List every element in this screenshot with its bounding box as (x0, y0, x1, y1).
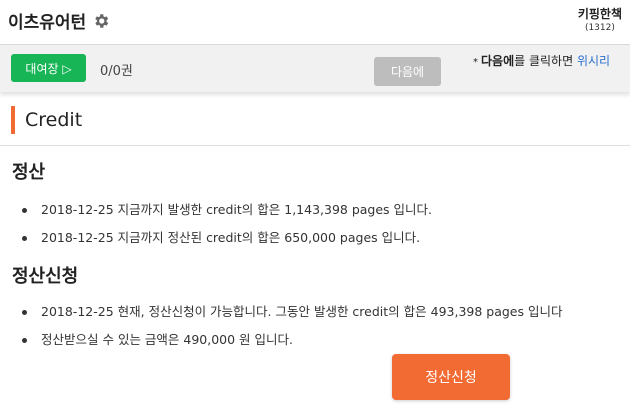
keeping-books-count: (1312) (584, 23, 615, 33)
list-item: 2018-12-25 지금까지 정산된 credit의 합은 650,000 p… (20, 228, 432, 256)
next-hint: * 다음에를 클릭하면 위시리 (473, 52, 610, 69)
section-title: Credit (11, 106, 82, 134)
wishlist-link[interactable]: 위시리 (577, 54, 610, 68)
site-title[interactable]: 이츠유어턴 (8, 8, 86, 33)
hint-strong: 다음에 (481, 54, 515, 68)
application-list: 2018-12-25 현재, 정산신청이 가능합니다. 그동안 발생한 cred… (20, 302, 563, 358)
list-item: 2018-12-25 현재, 정산신청이 가능합니다. 그동안 발생한 cred… (20, 302, 563, 330)
keeping-books[interactable]: 키핑한책 (1312) (578, 5, 622, 33)
gear-icon[interactable] (92, 12, 110, 30)
lend-list-button[interactable]: 대여장 ▷ (11, 54, 86, 82)
book-count: 0/0권 (100, 64, 133, 79)
application-heading: 정산신청 (12, 266, 79, 287)
list-item: 2018-12-25 지금까지 발생한 credit의 합은 1,143,398… (20, 200, 432, 228)
settlement-list: 2018-12-25 지금까지 발생한 credit의 합은 1,143,398… (20, 200, 432, 256)
keeping-books-label: 키핑한책 (577, 7, 622, 21)
hint-star: * (473, 57, 478, 68)
apply-settlement-button[interactable]: 정산신청 (392, 354, 510, 400)
hint-text: 를 클릭하면 (514, 54, 574, 68)
settlement-heading: 정산 (12, 162, 46, 183)
divider (0, 145, 630, 146)
top-bar: 이츠유어턴 키핑한책 (1312) (0, 0, 630, 45)
toolbar: 대여장 ▷ 0/0권 다음에 * 다음에를 클릭하면 위시리 (0, 45, 630, 92)
next-button[interactable]: 다음에 (374, 57, 441, 86)
